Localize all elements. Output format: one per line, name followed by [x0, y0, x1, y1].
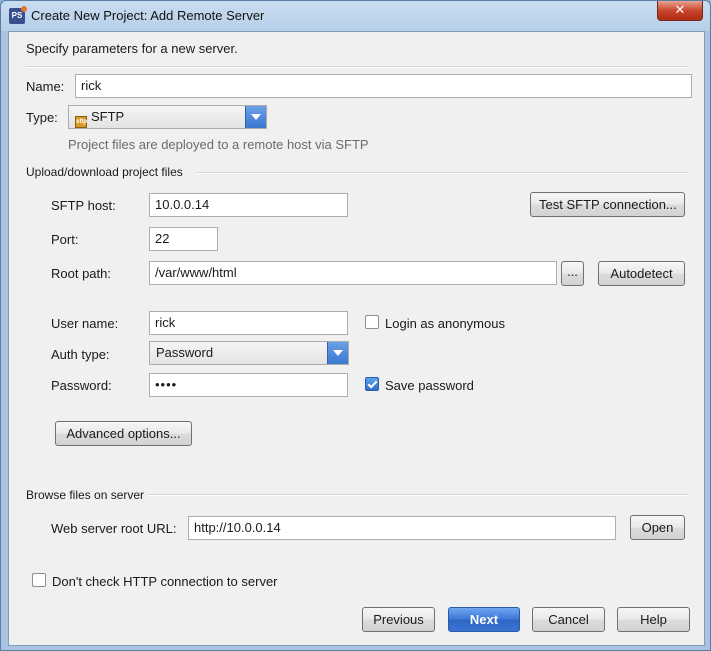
sftp-icon: sftp	[75, 116, 87, 128]
next-button[interactable]: Next	[448, 607, 520, 632]
port-input[interactable]: 22	[149, 227, 218, 251]
auth-type-dropdown[interactable]: Password	[149, 341, 349, 365]
root-path-label: Root path:	[51, 266, 111, 281]
window-title: Create New Project: Add Remote Server	[31, 8, 265, 23]
sftp-host-label: SFTP host:	[51, 198, 116, 213]
type-label: Type:	[26, 110, 58, 125]
title-bar[interactable]: PS Create New Project: Add Remote Server…	[1, 1, 710, 31]
upload-section-title: Upload/download project files	[26, 165, 183, 179]
root-path-input[interactable]: /var/www/html	[149, 261, 557, 285]
help-button[interactable]: Help	[617, 607, 690, 632]
name-label: Name:	[26, 79, 65, 94]
advanced-options-button[interactable]: Advanced options...	[55, 421, 192, 446]
cancel-button[interactable]: Cancel	[532, 607, 605, 632]
sftp-host-input[interactable]: 10.0.0.14	[149, 193, 348, 217]
browse-root-path-button[interactable]: ...	[561, 261, 584, 286]
login-anonymous-checkbox[interactable]	[365, 315, 379, 329]
previous-button[interactable]: Previous	[362, 607, 435, 632]
password-label: Password:	[51, 378, 112, 393]
web-root-url-input[interactable]: http://10.0.0.14	[188, 516, 616, 540]
password-input[interactable]: ••••	[149, 373, 348, 397]
chevron-down-icon[interactable]	[245, 106, 266, 128]
web-root-url-label: Web server root URL:	[51, 521, 177, 536]
chevron-down-icon[interactable]	[327, 342, 348, 364]
user-name-label: User name:	[51, 316, 119, 331]
no-http-check-checkbox[interactable]	[32, 573, 46, 587]
dialog-window: PS Create New Project: Add Remote Server…	[0, 0, 711, 651]
type-dropdown[interactable]: sftp SFTP	[68, 105, 267, 129]
open-url-button[interactable]: Open	[630, 515, 685, 540]
page-description: Specify parameters for a new server.	[26, 41, 238, 56]
no-http-check-label[interactable]: Don't check HTTP connection to server	[52, 574, 278, 589]
type-selected-value: SFTP	[91, 109, 125, 124]
close-button[interactable]: ✕	[657, 1, 703, 21]
autodetect-button[interactable]: Autodetect	[598, 261, 685, 286]
auth-type-label: Auth type:	[51, 347, 110, 362]
dialog-content: Specify parameters for a new server. Nam…	[8, 31, 705, 646]
port-label: Port:	[51, 232, 79, 247]
browse-section-title: Browse files on server	[26, 488, 145, 502]
login-anonymous-label[interactable]: Login as anonymous	[385, 316, 505, 331]
test-connection-button[interactable]: Test SFTP connection...	[530, 192, 685, 217]
browse-section-divider	[147, 494, 688, 496]
name-input[interactable]: rick	[75, 74, 692, 98]
upload-section-divider	[195, 172, 688, 174]
auth-type-selected-value: Password	[156, 345, 214, 360]
header-divider	[26, 66, 688, 68]
app-icon: PS	[9, 6, 27, 24]
save-password-label[interactable]: Save password	[385, 378, 474, 393]
user-name-input[interactable]: rick	[149, 311, 348, 335]
save-password-checkbox[interactable]	[365, 377, 379, 391]
type-hint: Project files are deployed to a remote h…	[68, 137, 369, 152]
